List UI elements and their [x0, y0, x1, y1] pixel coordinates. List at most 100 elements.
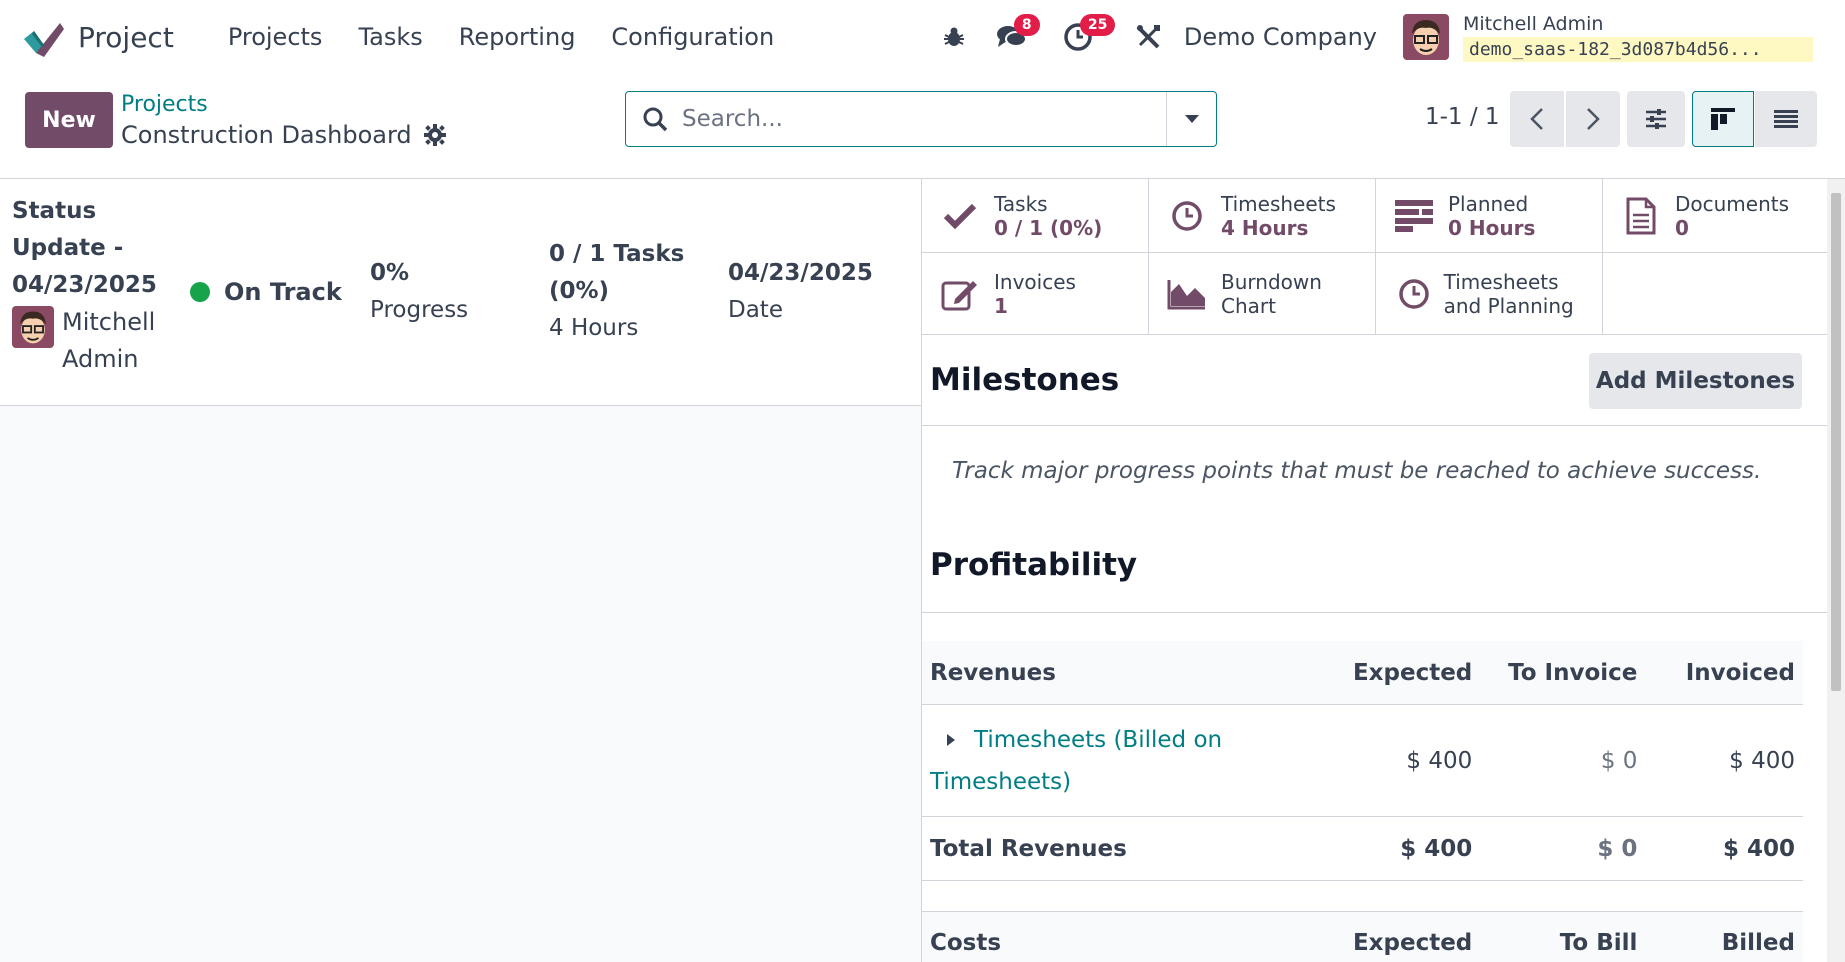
revenue-invoiced: $ 400 — [1729, 747, 1795, 774]
bug-icon — [943, 27, 964, 46]
settings-shortcut[interactable] — [1124, 13, 1172, 61]
view-settings-button[interactable] — [1627, 91, 1685, 147]
invoices-btn-label: Invoices — [994, 270, 1076, 294]
debug-button[interactable] — [930, 13, 978, 61]
add-milestones-button[interactable]: Add Milestones — [1589, 353, 1802, 409]
tools-icon — [1136, 25, 1160, 49]
project-updates-panel: Status Update - 04/23/2025 Mitchell Admi… — [0, 179, 921, 962]
chevron-right-icon — [1587, 108, 1600, 130]
user-menu[interactable]: Mitchell Admin demo_saas-182_3d087b4d56.… — [1463, 13, 1813, 62]
pager-previous-button[interactable] — [1510, 91, 1564, 147]
search-icon — [643, 107, 668, 132]
costs-header: Costs — [930, 930, 1002, 956]
hours-label: 4 Hours — [549, 315, 639, 341]
chevron-left-icon — [1530, 108, 1543, 130]
progress-label: Progress — [370, 297, 469, 323]
gear-icon[interactable] — [423, 124, 446, 146]
total-revenues-row: Total Revenues $ 400 $ 0 $ 400 — [922, 817, 1803, 881]
profitability-table: Revenues Expected To Invoice Invoiced Ti… — [922, 641, 1803, 962]
pager-value[interactable]: 1-1 / 1 — [1425, 104, 1500, 130]
status-update-card[interactable]: Status Update - 04/23/2025 Mitchell Admi… — [0, 179, 921, 406]
activities-button[interactable]: 25 — [1054, 13, 1116, 61]
revenue-line-name[interactable]: Timesheets (Billed on Timesheets) — [922, 719, 1307, 803]
user-avatar-icon — [1403, 14, 1449, 60]
table-row[interactable]: Timesheets (Billed on Timesheets) $ 400 … — [922, 705, 1803, 817]
user-avatar[interactable] — [1403, 14, 1449, 60]
burndown-chart-button[interactable]: Burndown Chart — [1149, 253, 1376, 335]
edit-invoice-icon — [941, 281, 977, 311]
user-name: Mitchell Admin — [1463, 12, 1604, 35]
messages-button[interactable]: 8 — [988, 13, 1040, 61]
planned-btn-label: Planned — [1448, 191, 1529, 216]
top-navbar: Project Projects Tasks Reporting Configu… — [0, 0, 1845, 74]
milestones-title: Milestones — [930, 362, 1120, 398]
date-label: Date — [728, 297, 783, 323]
status-update-author: Mitchell Admin — [12, 304, 162, 378]
milestones-help-text: Track major progress points that must be… — [952, 458, 1762, 484]
kanban-icon — [1711, 108, 1735, 130]
menu-reporting[interactable]: Reporting — [441, 23, 594, 51]
menu-projects[interactable]: Projects — [210, 23, 341, 51]
tasks-stat: 0 / 1 Tasks (0%) 4 Hours — [549, 236, 689, 347]
progress-stat: 0% Progress — [370, 255, 468, 329]
profitability-title: Profitability — [930, 547, 1138, 583]
clock-icon — [1172, 200, 1202, 231]
list-icon — [1774, 110, 1798, 128]
status-indicator: On Track — [190, 278, 342, 306]
messages-badge: 8 — [1013, 14, 1040, 36]
tasks-btn-value: 0 / 1 (0%) — [994, 215, 1103, 240]
profitability-divider — [922, 612, 1827, 613]
project-app-icon — [24, 23, 64, 57]
planned-stat-button[interactable]: Planned 0 Hours — [1376, 179, 1603, 253]
timesheets-planning-button[interactable]: Timesheets and Planning — [1376, 253, 1603, 335]
timesheets-stat-button[interactable]: Timesheets 4 Hours — [1149, 179, 1376, 253]
kanban-view-button[interactable] — [1692, 91, 1754, 147]
menu-tasks[interactable]: Tasks — [340, 23, 440, 51]
right-scrollbar[interactable] — [1827, 179, 1845, 962]
pager-next-button[interactable] — [1566, 91, 1620, 147]
scrollbar-thumb[interactable] — [1831, 193, 1841, 691]
tasks-list-icon — [1395, 199, 1433, 232]
author-name: Mitchell Admin — [62, 308, 156, 373]
search-options-toggle[interactable] — [1166, 92, 1216, 146]
app-brand[interactable]: Project — [22, 17, 174, 57]
app-name: Project — [78, 20, 174, 54]
tasks-stat-button[interactable]: Tasks 0 / 1 (0%) — [922, 179, 1149, 253]
menu-configuration[interactable]: Configuration — [593, 23, 792, 51]
search-bar — [625, 91, 1217, 147]
main-menu: Projects Tasks Reporting Configuration — [210, 23, 792, 51]
total-revenues-label: Total Revenues — [930, 835, 1127, 862]
timesheets-planning-btn-label: Timesheets and Planning — [1443, 270, 1574, 318]
status-update-title: Status Update - 04/23/2025 — [12, 198, 157, 298]
company-switcher[interactable]: Demo Company — [1184, 23, 1377, 51]
caret-down-icon — [1184, 115, 1199, 123]
documents-btn-value: 0 — [1675, 215, 1689, 240]
sliders-icon — [1646, 109, 1666, 129]
table-spacer — [922, 881, 1803, 911]
status-dot-icon — [190, 282, 210, 302]
new-button[interactable]: New — [25, 92, 113, 148]
revenues-header: Revenues — [930, 659, 1056, 686]
list-view-button[interactable] — [1755, 91, 1817, 147]
author-avatar — [12, 306, 54, 348]
documents-btn-label: Documents — [1675, 191, 1790, 216]
activities-badge: 25 — [1079, 14, 1116, 36]
breadcrumb-current-label: Construction Dashboard — [121, 121, 412, 149]
breadcrumb-projects[interactable]: Projects — [121, 92, 208, 117]
search-input[interactable] — [626, 92, 1166, 146]
breadcrumb-current: Construction Dashboard — [121, 121, 446, 149]
invoices-stat-button[interactable]: Invoices 1 — [922, 253, 1149, 335]
revenue-line-link[interactable]: Timesheets (Billed on Timesheets) — [930, 719, 1230, 803]
area-chart-icon — [1167, 280, 1205, 310]
total-expected: $ 400 — [1400, 835, 1473, 862]
progress-value: 0% — [370, 260, 410, 286]
revenues-header-row: Revenues Expected To Invoice Invoiced — [922, 641, 1803, 705]
billed-header: Billed — [1721, 930, 1795, 956]
author-avatar-icon — [12, 306, 54, 348]
stat-buttons: Tasks 0 / 1 (0%) Timesheets 4 Hours Plan… — [922, 179, 1827, 335]
documents-stat-button[interactable]: Documents 0 — [1603, 179, 1827, 253]
systray: 8 25 Demo Company Mitchell Admin demo_sa… — [930, 0, 1845, 74]
tasks-value: 0 / 1 Tasks (0%) — [549, 241, 685, 304]
costs-header-row: Costs Expected To Bill Billed — [922, 911, 1803, 962]
timesheets-btn-value: 4 Hours — [1221, 215, 1309, 240]
